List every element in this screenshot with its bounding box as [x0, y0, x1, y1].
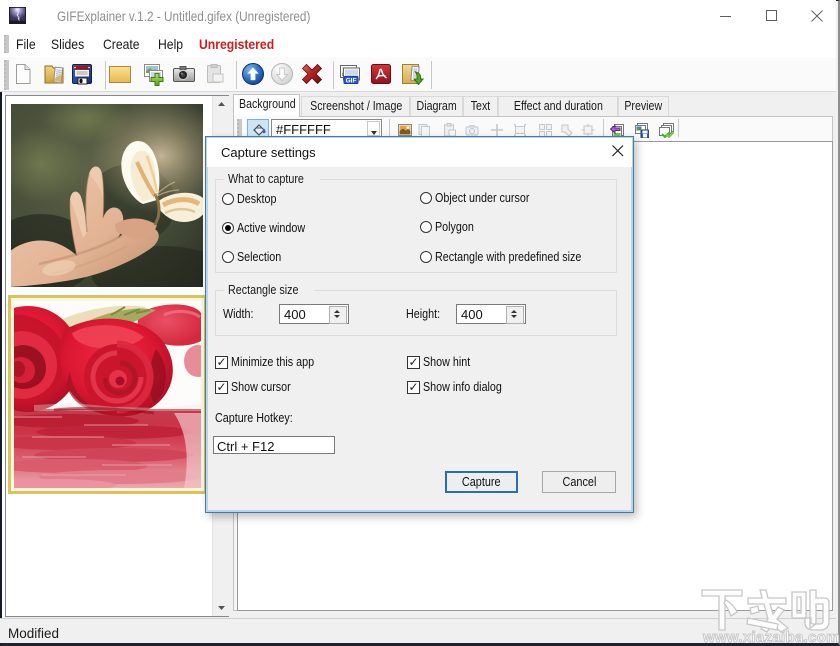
svg-text:GIF: GIF [346, 78, 357, 85]
